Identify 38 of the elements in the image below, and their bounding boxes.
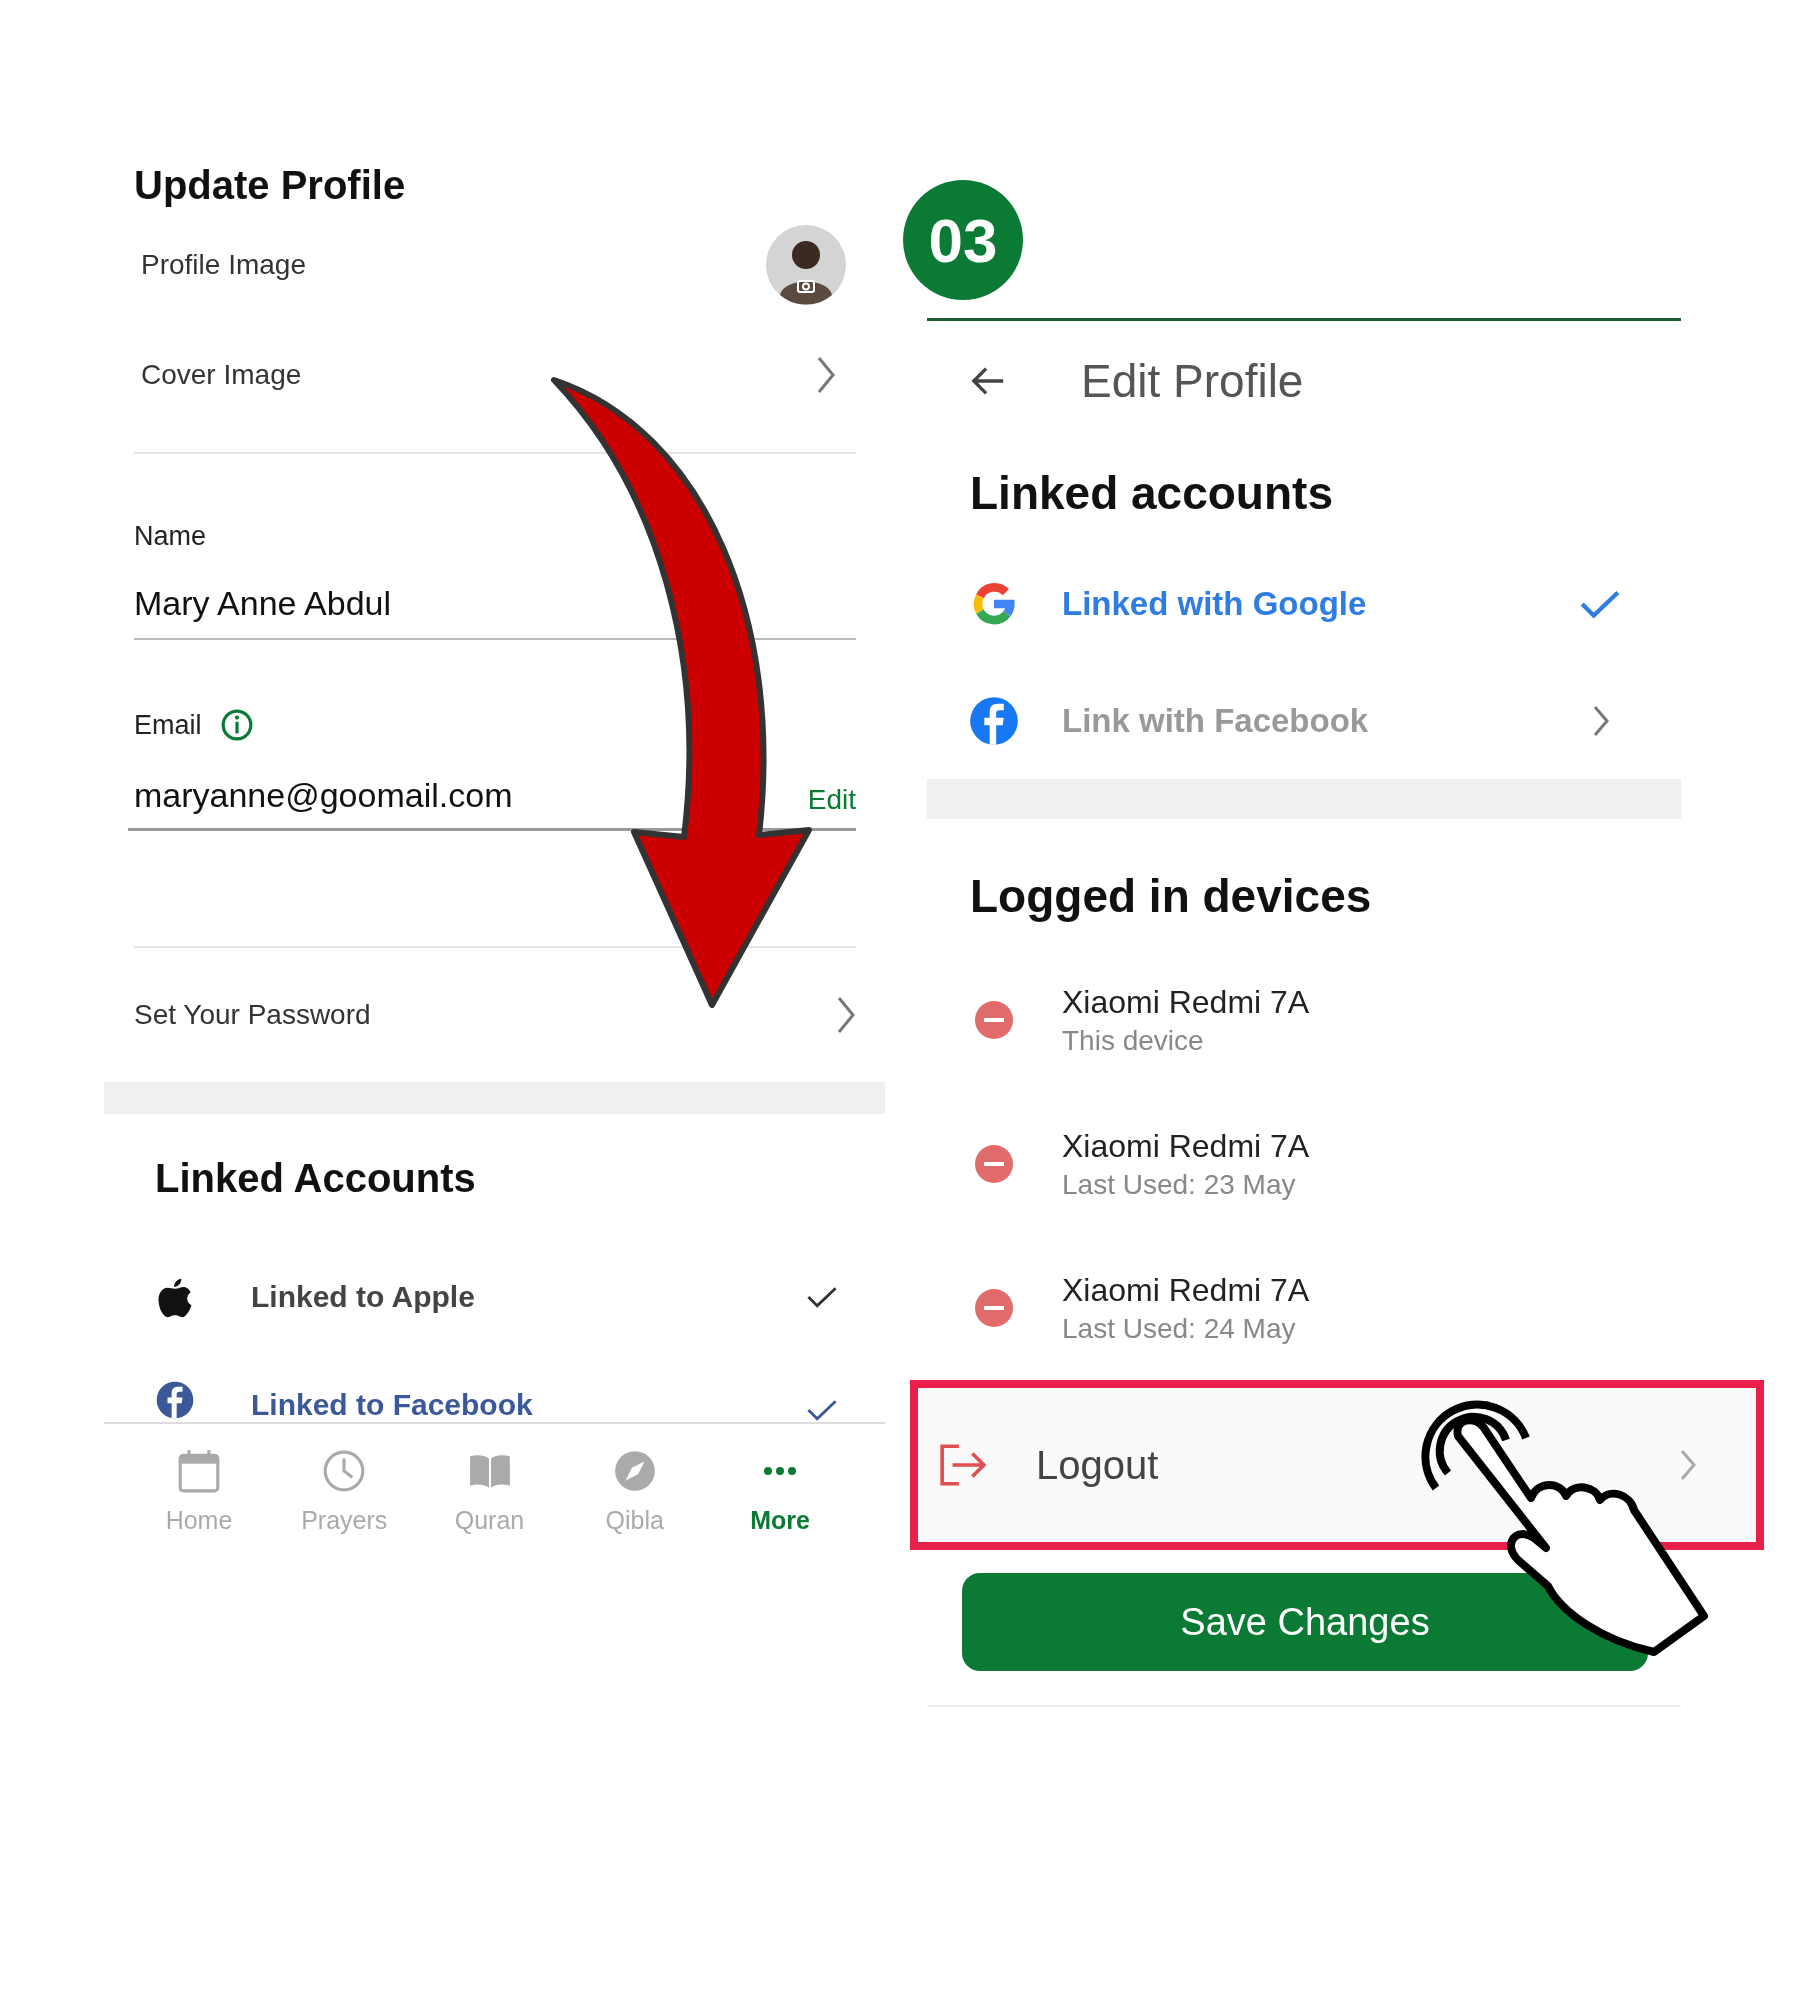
account-label[interactable]: Linked to Apple	[251, 1280, 806, 1314]
step-badge: 03	[903, 180, 1023, 300]
device-detail: This device	[1062, 1024, 1205, 1057]
avatar-icon[interactable]	[766, 225, 846, 305]
chevron-icon	[836, 995, 856, 1035]
name-field[interactable]: Mary Anne Abdul	[134, 582, 856, 624]
device-name: Xiaomi Redmi 7A	[1062, 1271, 1310, 1309]
remove-icon[interactable]	[974, 1144, 1014, 1184]
account-label[interactable]: Link with Facebook	[1062, 701, 1591, 740]
more-icon	[763, 1466, 797, 1476]
screen-title: Update Profile	[134, 162, 407, 209]
facebook-icon	[968, 694, 1020, 747]
row-label[interactable]: Cover Image	[141, 359, 302, 391]
info-icon[interactable]	[219, 708, 254, 742]
field-label: Email	[134, 709, 202, 741]
logout-icon	[938, 1442, 988, 1488]
calendar-icon	[176, 1448, 222, 1494]
section-title: Linked Accounts	[155, 1155, 477, 1202]
account-label[interactable]: Linked with Google	[1062, 584, 1579, 623]
email-field[interactable]: maryanne@goomail.com	[134, 774, 513, 816]
edit-link[interactable]: Edit	[807, 784, 856, 816]
row-label[interactable]: Set Your Password	[134, 999, 371, 1031]
logout-row[interactable]: Logout	[918, 1388, 1756, 1542]
section-title: Logged in devices	[970, 869, 1373, 924]
screen-title: Edit Profile	[1081, 354, 1304, 408]
device-detail: Last Used: 24 May	[1062, 1312, 1297, 1345]
section-title: Linked accounts	[970, 466, 1334, 521]
device-name: Xiaomi Redmi 7A	[1062, 1127, 1310, 1165]
chevron-icon	[816, 355, 836, 395]
save-button[interactable]: Save Changes	[962, 1573, 1648, 1671]
row-label[interactable]: Profile Image	[141, 249, 306, 281]
remove-icon[interactable]	[974, 1288, 1014, 1328]
device-name: Xiaomi Redmi 7A	[1062, 983, 1310, 1021]
nav-tab[interactable]: More	[715, 1448, 845, 1535]
field-label: Name	[134, 520, 208, 552]
device-detail: Last Used: 23 May	[1062, 1168, 1297, 1201]
remove-icon[interactable]	[974, 1000, 1014, 1040]
account-label[interactable]: Linked to Facebook	[251, 1388, 806, 1422]
